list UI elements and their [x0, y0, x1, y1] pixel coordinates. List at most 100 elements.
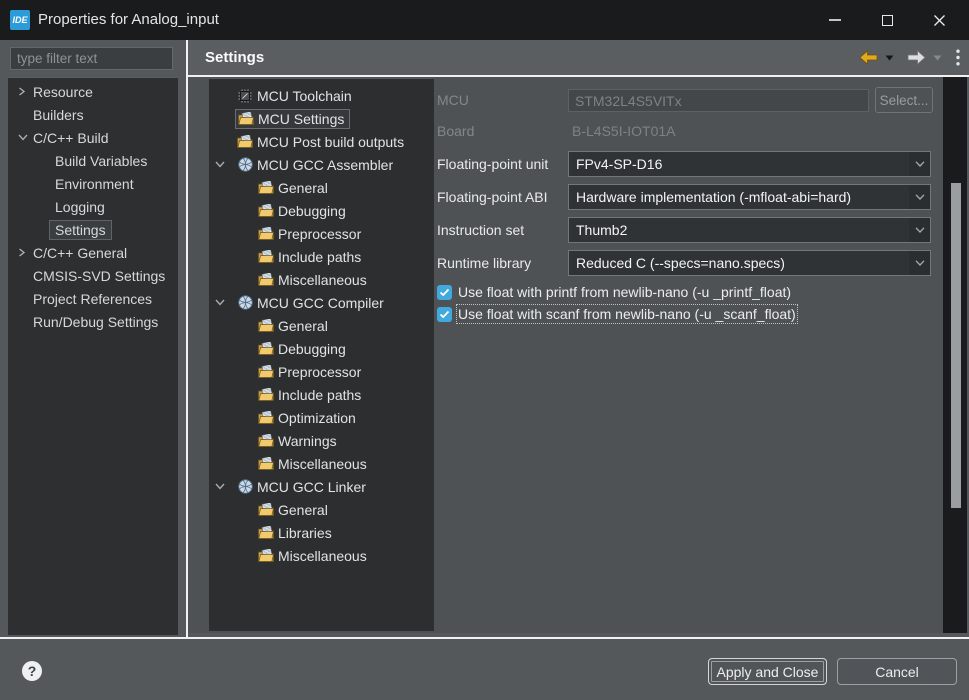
floating-point-abi-dropdown[interactable]: Hardware implementation (-mfloat-abi=har…: [568, 184, 931, 210]
sidebar-item-builders[interactable]: Builders: [8, 103, 178, 126]
chevron-down-icon[interactable]: [209, 161, 237, 168]
sidebar-item-project-references[interactable]: Project References: [8, 287, 178, 310]
printf-float-checkbox[interactable]: [437, 285, 452, 300]
scanf-float-checkbox[interactable]: [437, 307, 452, 322]
tree-item-label: MCU Toolchain: [257, 88, 352, 104]
filter-input[interactable]: [10, 47, 173, 70]
forward-button[interactable]: [907, 50, 926, 65]
tree-item-compiler-include-paths[interactable]: Include paths: [209, 383, 434, 406]
tree-item-compiler-debugging[interactable]: Debugging: [209, 337, 434, 360]
chevron-right-icon[interactable]: [18, 87, 33, 96]
tree-item-mcu-settings[interactable]: MCU Settings: [209, 107, 434, 130]
tree-item-compiler-miscellaneous[interactable]: Miscellaneous: [209, 452, 434, 475]
tree-item-compiler-general[interactable]: General: [209, 314, 434, 337]
maximize-icon: [882, 15, 893, 26]
chevron-down-icon[interactable]: [18, 134, 33, 141]
sidebar-item-run-debug-settings[interactable]: Run/Debug Settings: [8, 310, 178, 333]
tree-item-linker-general[interactable]: General: [209, 498, 434, 521]
forward-menu-button[interactable]: [933, 55, 942, 61]
minimize-icon: [829, 19, 841, 21]
header-nav: [859, 40, 960, 75]
tool-ball-icon: [237, 157, 253, 172]
tree-item-label: Miscellaneous: [278, 548, 367, 564]
footer-separator: [0, 637, 969, 639]
back-arrow-icon: [859, 50, 878, 65]
sidebar-item-build-variables[interactable]: Build Variables: [8, 149, 178, 172]
sidebar-item-settings[interactable]: Settings: [8, 218, 178, 241]
floating-point-unit-dropdown[interactable]: FPv4-SP-D16: [568, 151, 931, 177]
tree-item-compiler-warnings[interactable]: Warnings: [209, 429, 434, 452]
tree-item-label: Optimization: [278, 410, 356, 426]
folder-icon: [258, 365, 274, 378]
tree-item-compiler-preprocessor[interactable]: Preprocessor: [209, 360, 434, 383]
tree-item-label: General: [278, 180, 328, 196]
tree-item-label: Debugging: [278, 203, 346, 219]
mcu-label: MCU: [437, 89, 469, 112]
maximize-button[interactable]: [861, 0, 913, 40]
sidebar-item-label-selected: Settings: [49, 220, 112, 240]
tree-item-label: General: [278, 318, 328, 334]
sidebar-item-logging[interactable]: Logging: [8, 195, 178, 218]
instruction-set-dropdown[interactable]: Thumb2: [568, 217, 931, 243]
tool-settings-tree: MCU Toolchain MCU Settings MCU Post buil…: [209, 78, 434, 631]
scanf-float-checkbox-row: Use float with scanf from newlib-nano (-…: [437, 306, 796, 322]
tree-item-label: MCU Post build outputs: [257, 134, 404, 150]
dropdown-value: Thumb2: [569, 222, 909, 238]
tree-item-assembler-general[interactable]: General: [209, 176, 434, 199]
tree-item-label: MCU GCC Linker: [257, 479, 366, 495]
tree-item-mcu-toolchain[interactable]: MCU Toolchain: [209, 84, 434, 107]
tree-item-label: Preprocessor: [278, 226, 361, 242]
sidebar-item-label: Environment: [55, 176, 134, 192]
sidebar-item-cmsis-svd-settings[interactable]: CMSIS-SVD Settings: [8, 264, 178, 287]
chevron-down-icon: [909, 152, 930, 176]
tree-item-mcu-gcc-compiler[interactable]: MCU GCC Compiler: [209, 291, 434, 314]
tree-item-assembler-debugging[interactable]: Debugging: [209, 199, 434, 222]
mcu-field[interactable]: [568, 89, 869, 112]
view-menu-button[interactable]: [956, 49, 960, 66]
mcu-chip-icon: [237, 88, 253, 104]
tree-item-assembler-preprocessor[interactable]: Preprocessor: [209, 222, 434, 245]
back-menu-button[interactable]: [885, 55, 894, 61]
sidebar-item-ccpp-general[interactable]: C/C++ General: [8, 241, 178, 264]
sidebar-item-resource[interactable]: Resource: [8, 80, 178, 103]
runtime-library-dropdown[interactable]: Reduced C (--specs=nano.specs): [568, 250, 931, 276]
tree-item-compiler-optimization[interactable]: Optimization: [209, 406, 434, 429]
tree-item-assembler-miscellaneous[interactable]: Miscellaneous: [209, 268, 434, 291]
instruction-set-label: Instruction set: [437, 217, 524, 243]
printf-float-label: Use float with printf from newlib-nano (…: [458, 284, 791, 300]
vertical-scrollbar[interactable]: [943, 77, 967, 633]
select-mcu-button[interactable]: Select...: [875, 87, 933, 113]
sidebar-item-environment[interactable]: Environment: [8, 172, 178, 195]
tree-item-label: MCU GCC Assembler: [257, 157, 393, 173]
apply-and-close-button[interactable]: Apply and Close: [708, 658, 827, 685]
folder-icon: [258, 227, 274, 240]
tree-item-linker-miscellaneous[interactable]: Miscellaneous: [209, 544, 434, 567]
chevron-down-icon[interactable]: [209, 483, 237, 490]
help-button[interactable]: ?: [22, 661, 42, 681]
page-title: Settings: [205, 40, 264, 75]
folder-icon: [258, 434, 274, 447]
tree-item-assembler-include-paths[interactable]: Include paths: [209, 245, 434, 268]
tree-item-label: MCU Settings: [258, 111, 344, 127]
tree-item-mcu-post-build-outputs[interactable]: MCU Post build outputs: [209, 130, 434, 153]
window-title: Properties for Analog_input: [38, 0, 219, 40]
back-button[interactable]: [859, 50, 878, 65]
chevron-down-icon[interactable]: [209, 299, 237, 306]
tree-item-label: General: [278, 502, 328, 518]
scrollbar-thumb[interactable]: [951, 183, 961, 508]
folder-icon: [258, 457, 274, 470]
sidebar-item-ccpp-build[interactable]: C/C++ Build: [8, 126, 178, 149]
tree-item-mcu-gcc-linker[interactable]: MCU GCC Linker: [209, 475, 434, 498]
sidebar-item-label: Build Variables: [55, 153, 147, 169]
cancel-button[interactable]: Cancel: [837, 658, 957, 685]
tool-ball-icon: [237, 295, 253, 310]
board-label: Board: [437, 120, 474, 143]
chevron-right-icon[interactable]: [18, 248, 33, 257]
tree-item-linker-libraries[interactable]: Libraries: [209, 521, 434, 544]
folder-icon: [258, 526, 274, 539]
close-button[interactable]: [913, 0, 965, 40]
minimize-button[interactable]: [809, 0, 861, 40]
folder-icon: [238, 112, 254, 125]
tree-item-mcu-gcc-assembler[interactable]: MCU GCC Assembler: [209, 153, 434, 176]
title-bar[interactable]: IDE Properties for Analog_input: [0, 0, 969, 40]
